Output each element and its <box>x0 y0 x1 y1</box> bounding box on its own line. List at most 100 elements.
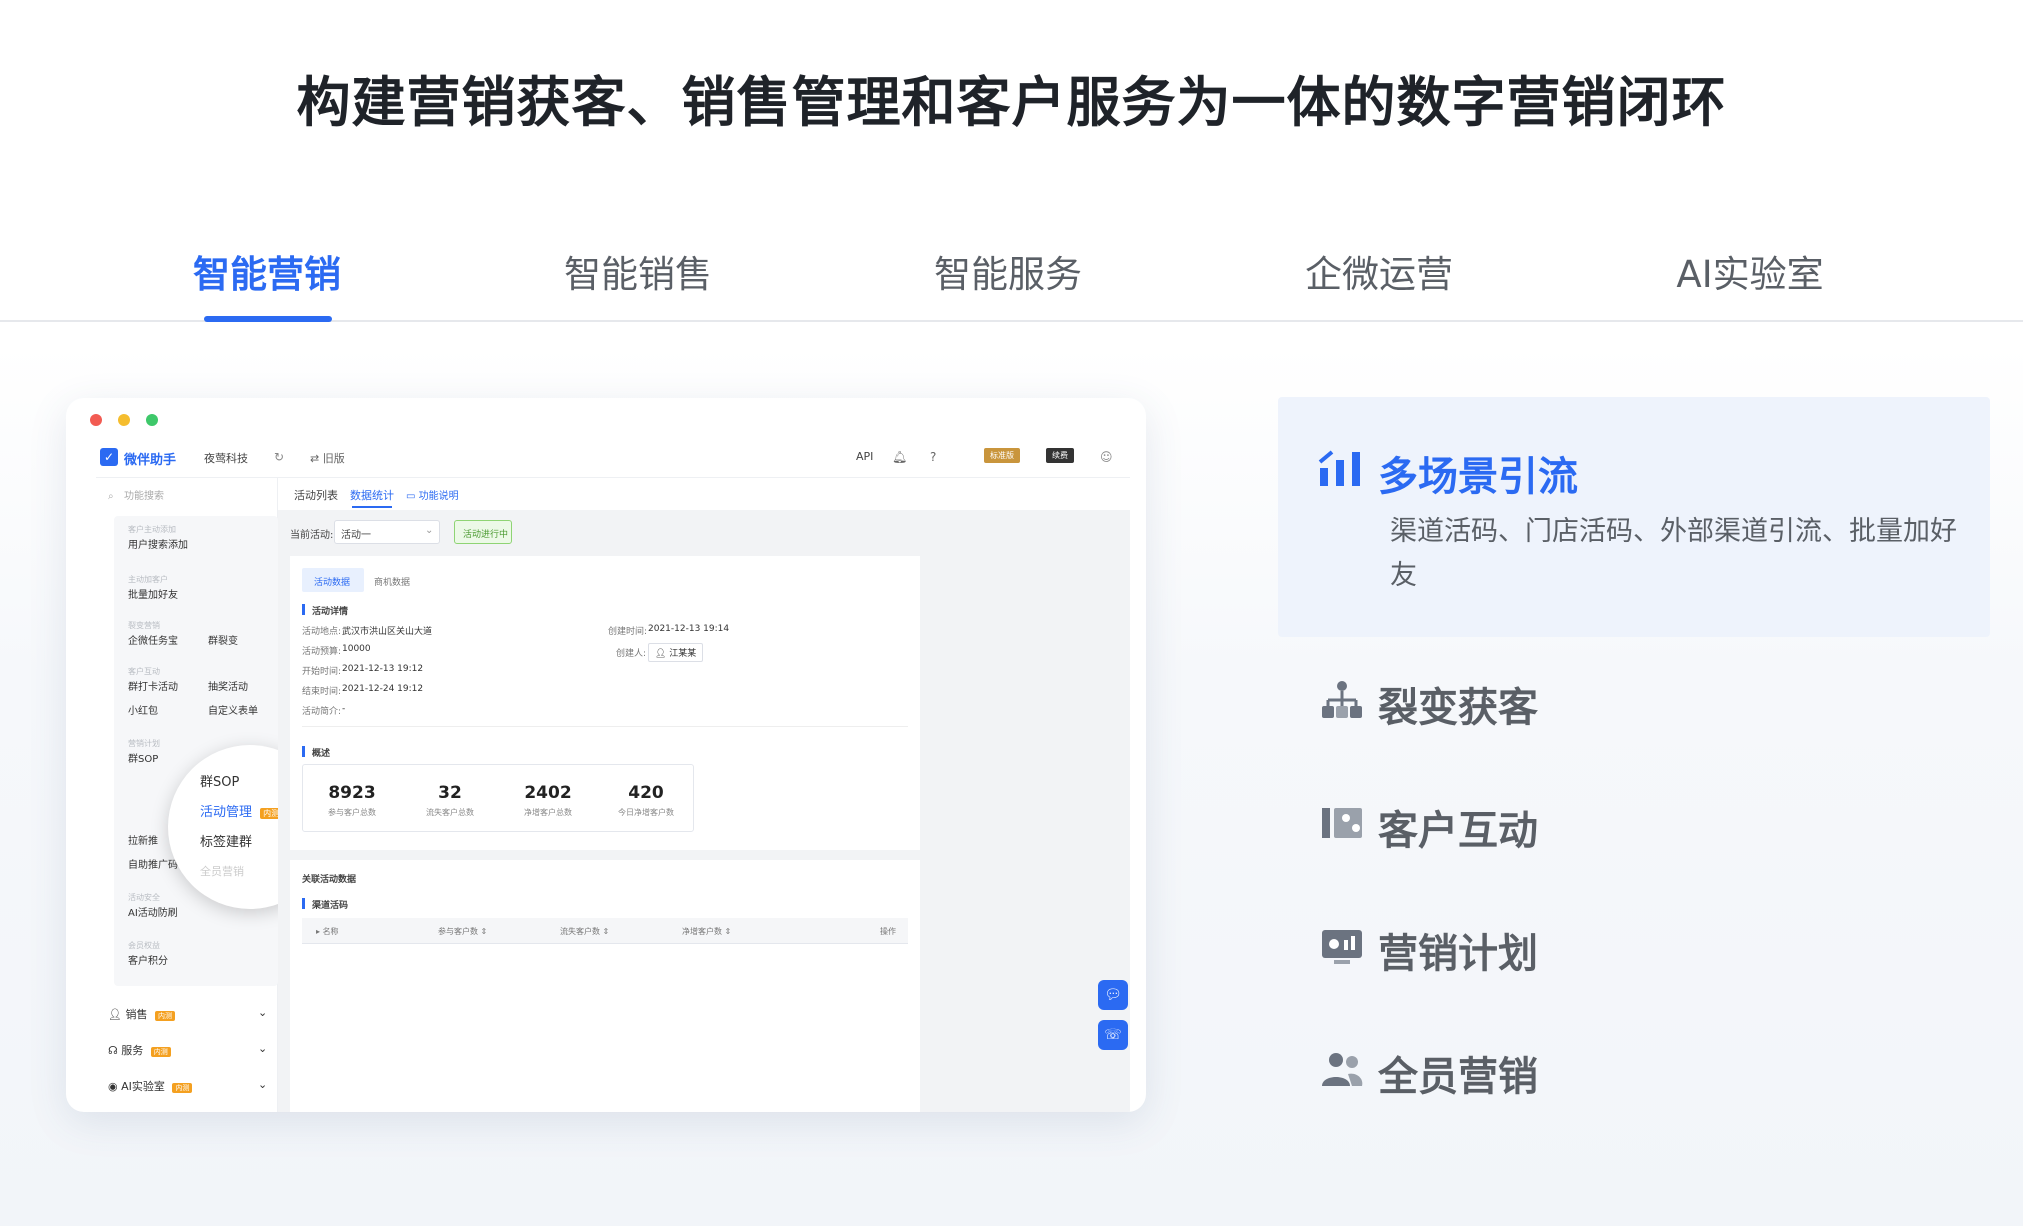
chevron-down-icon: ⌄ <box>258 1042 268 1055</box>
sidebar-category: 主动加客户 <box>128 575 168 584</box>
tab-smart-service[interactable]: 智能服务 <box>934 244 1082 298</box>
sidebar-item-group-sop[interactable]: 群SOP <box>128 750 158 765</box>
column-name[interactable]: ▸ 名称 <box>316 926 339 937</box>
zoom-item-all-staff[interactable]: 全员营销 <box>200 863 244 879</box>
status-text: 活动进行中 <box>463 530 509 540</box>
activity-status-badge: 活动进行中 <box>454 520 512 544</box>
creator-tag: 👤︎ 江某某 <box>648 643 704 662</box>
api-link[interactable]: API <box>856 450 873 463</box>
feature-title-multi-channel[interactable]: 多场景引流 <box>1378 444 1578 502</box>
column-label: 净增客户数 <box>682 927 722 936</box>
sidebar-item-promo-code[interactable]: 自助推广码 <box>128 856 178 871</box>
org-name[interactable]: 夜莺科技 <box>204 450 248 466</box>
zoom-item-label: 活动管理 <box>200 805 253 820</box>
new-badge: 内测 <box>150 1047 171 1057</box>
column-net[interactable]: 净增客户数 ⇕ <box>682 926 731 937</box>
active-tab-indicator <box>204 316 332 322</box>
tab-opportunity-data[interactable]: 商机数据 <box>374 575 410 588</box>
stat-net-label: 净增客户总数 <box>524 808 572 817</box>
support-float-button[interactable]: ☏ <box>1098 1020 1128 1050</box>
sidebar-item-custom-form[interactable]: 自定义表单 <box>208 702 258 717</box>
hierarchy-icon <box>1322 681 1362 718</box>
tab-ai-lab[interactable]: AI实验室 <box>1676 244 1823 298</box>
sidebar-item-anti-fraud[interactable]: AI活动防刷 <box>128 904 178 919</box>
location-value: 武汉市洪山区关山大道 <box>342 627 433 637</box>
feature-title-fission[interactable]: 裂变获客 <box>1378 675 1538 733</box>
tab-wecom-ops[interactable]: 企微运营 <box>1305 244 1453 298</box>
feature-title-interaction[interactable]: 客户互动 <box>1378 798 1538 856</box>
bell-icon[interactable]: 🔔︎ <box>892 450 907 464</box>
sidebar-item-task-treasure[interactable]: 企微任务宝 <box>128 632 178 647</box>
search-icon: ⌕ <box>108 491 114 502</box>
stat-today-value: 420 <box>628 783 664 803</box>
minimize-dot <box>118 414 130 426</box>
creator-label: 创建人: <box>616 649 647 659</box>
chat-float-button[interactable]: 💬︎ <box>1098 980 1128 1010</box>
activity-select-value: 活动一 <box>341 530 371 541</box>
start-time-value: 2021-12-13 19:12 <box>342 664 424 674</box>
tab-smart-marketing[interactable]: 智能营销 <box>193 244 341 298</box>
bar-chart-icon <box>1318 450 1360 486</box>
subnav-help[interactable]: ▭ 功能说明 <box>406 487 459 502</box>
subnav-activity-list[interactable]: 活动列表 <box>294 487 338 503</box>
sidebar-group-sales[interactable]: 👤︎ 销售 内测 ⌄ <box>108 1006 267 1022</box>
sidebar-item-pull-new[interactable]: 拉新推 <box>128 832 158 847</box>
sidebar-item-search-add[interactable]: 用户搜索添加 <box>128 536 188 551</box>
column-lost[interactable]: 流失客户数 ⇕ <box>560 926 609 937</box>
sidebar-item-batch-add[interactable]: 批量加好友 <box>128 586 178 601</box>
sidebar-group-service[interactable]: ☊ 服务 内测 ⌄ <box>108 1042 267 1058</box>
related-data-card: 关联活动数据 渠道活码 ▸ 名称 参与客户数 ⇕ 流失客户数 ⇕ 净增客户数 ⇕… <box>290 860 920 1112</box>
main-content: 活动列表 数据统计 ▭ 功能说明 当前活动: 活动一 ⌄ 活动进行中 活动数据 … <box>278 478 1130 1112</box>
user-avatar-icon[interactable]: ☺ <box>1100 450 1113 464</box>
feature-title-marketing-plan[interactable]: 营销计划 <box>1378 921 1538 979</box>
sidebar-item-group-fission[interactable]: 群裂变 <box>208 632 238 647</box>
stat-lost-label: 流失客户总数 <box>426 808 474 817</box>
window-controls <box>90 414 158 426</box>
search-placeholder: 功能搜索 <box>124 491 164 502</box>
renew-badge[interactable]: 续费 <box>1046 448 1074 463</box>
end-time-value: 2021-12-24 19:12 <box>342 684 424 694</box>
stat-today-label: 今日净增客户数 <box>618 808 674 817</box>
zoom-item-group-sop[interactable]: 群SOP <box>200 771 239 790</box>
help-icon[interactable]: ? <box>930 450 936 464</box>
budget-value: 10000 <box>342 644 371 654</box>
subnav-data-stats[interactable]: 数据统计 <box>350 487 394 503</box>
maximize-dot <box>146 414 158 426</box>
old-version-link[interactable]: ⇄ 旧版 <box>310 450 345 466</box>
budget-label: 活动预算: <box>302 647 342 657</box>
column-label: 流失客户数 <box>560 927 600 936</box>
refresh-icon[interactable]: ↻ <box>274 450 284 464</box>
close-dot <box>90 414 102 426</box>
sidebar-item-checkin[interactable]: 群打卡活动 <box>128 678 178 693</box>
sidebar-item-red-packet[interactable]: 小红包 <box>128 702 158 717</box>
sidebar-item-lottery[interactable]: 抽奖活动 <box>208 678 248 693</box>
tab-activity-data[interactable]: 活动数据 <box>302 568 364 592</box>
sidebar-category: 客户主动添加 <box>128 525 176 534</box>
sidebar-search-input[interactable]: ⌕ 功能搜索 <box>106 486 266 508</box>
feature-desc-multi-channel: 渠道活码、门店活码、外部渠道引流、批量加好友 <box>1390 516 1957 591</box>
plan-badge[interactable]: 标准版 <box>984 448 1020 463</box>
subnav-help-label: 功能说明 <box>418 491 459 502</box>
column-participants[interactable]: 参与客户数 ⇕ <box>438 926 487 937</box>
stat-net-value: 2402 <box>524 783 572 803</box>
channel-table-header: ▸ 名称 参与客户数 ⇕ 流失客户数 ⇕ 净增客户数 ⇕ 操作 <box>302 918 908 944</box>
content-subnav: 活动列表 数据统计 ▭ 功能说明 <box>278 478 1130 510</box>
sidebar-category: 裂变营销 <box>128 621 160 630</box>
sidebar-category: 客户互动 <box>128 667 160 676</box>
stat-lost-value: 32 <box>438 783 462 803</box>
zoom-item-tag-group[interactable]: 标签建群 <box>200 831 252 850</box>
sidebar-group-label: 销售 <box>125 1008 148 1021</box>
sidebar-group-ai[interactable]: ◉ AI实验室 内测 ⌄ <box>108 1078 267 1094</box>
divider <box>302 726 908 727</box>
tab-smart-sales[interactable]: 智能销售 <box>564 244 712 298</box>
sidebar-item-points[interactable]: 客户积分 <box>128 952 168 967</box>
intro-label: 活动简介: <box>302 707 342 717</box>
activity-select[interactable]: 活动一 ⌄ <box>334 520 440 544</box>
section-title: 活动详情 <box>312 607 349 617</box>
start-time-label: 开始时间: <box>302 667 342 677</box>
new-badge: 内测 <box>154 1011 175 1021</box>
zoom-item-activity-mgmt[interactable]: 活动管理 内测 <box>200 801 283 820</box>
feature-title-all-staff[interactable]: 全员营销 <box>1378 1044 1538 1102</box>
headset-icon: ☊ <box>108 1044 118 1057</box>
feature-tabs: 智能营销 智能销售 智能服务 企微运营 AI实验室 <box>0 230 2023 322</box>
